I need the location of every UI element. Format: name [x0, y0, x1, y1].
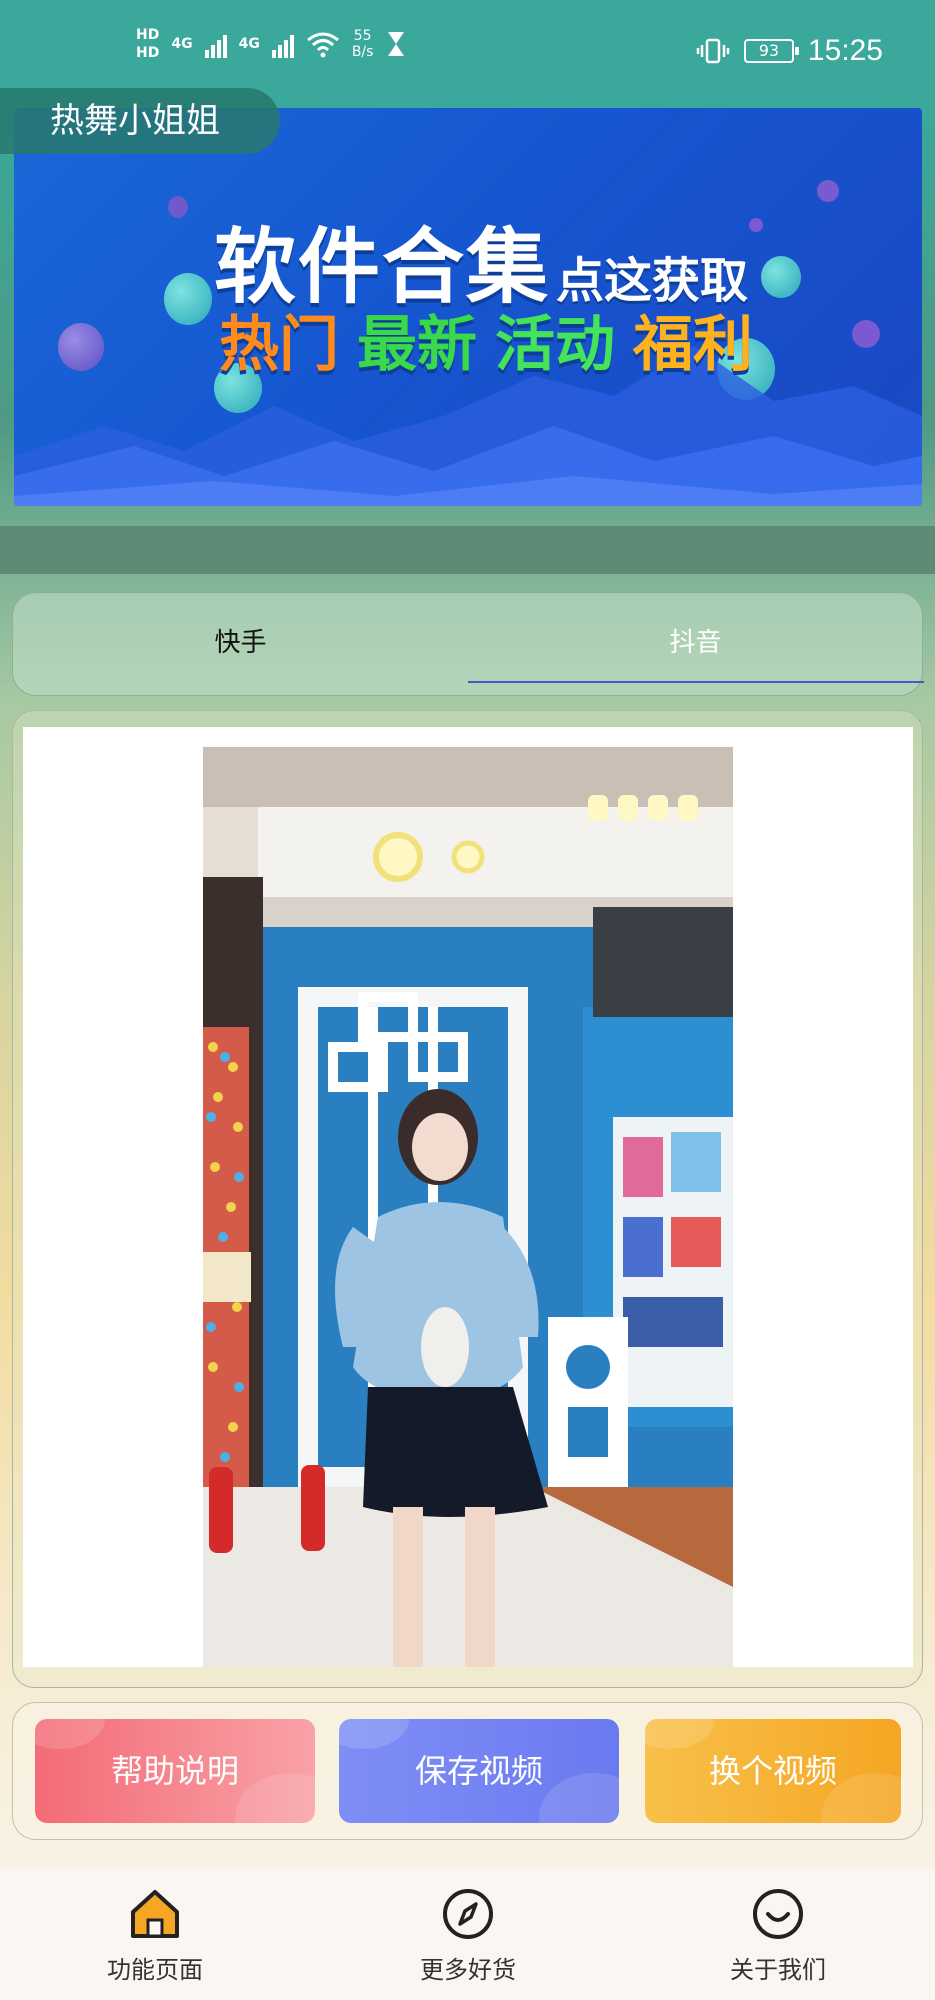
net-speed: 55 B/s	[352, 28, 374, 60]
hourglass-icon	[388, 32, 405, 56]
nav-about-us-label: 关于我们	[730, 1956, 826, 1984]
hd-indicator: HD HD	[136, 26, 159, 62]
help-button[interactable]: 帮助说明	[35, 1719, 315, 1823]
video-container	[23, 727, 913, 1667]
tab-kuaishou[interactable]: 快手	[13, 593, 468, 693]
signal-icon-2	[271, 30, 294, 58]
net-speed-value: 55	[353, 28, 372, 44]
switch-video-button-label: 换个视频	[708, 1752, 837, 1790]
bubble-decoration	[761, 256, 801, 298]
clock: 15:25	[807, 34, 883, 67]
wifi-icon	[306, 32, 339, 58]
switch-video-button[interactable]: 换个视频	[645, 1719, 901, 1823]
bubble-decoration	[749, 218, 763, 232]
banner-tags: 热门 最新 活动 福利	[219, 296, 753, 383]
banner-tag: 热门	[219, 310, 339, 380]
smile-icon	[753, 1889, 803, 1939]
bubble-decoration	[852, 320, 880, 348]
banner-tag: 活动	[495, 310, 615, 380]
action-bar: 帮助说明 保存视频 换个视频	[12, 1702, 923, 1840]
active-tab-indicator	[468, 681, 924, 683]
net2-label: 4G	[238, 36, 260, 52]
bubble-decoration	[168, 196, 188, 218]
help-button-label: 帮助说明	[110, 1752, 239, 1790]
page-title: 热舞小姐姐	[0, 88, 280, 154]
hd1-label: HD	[136, 27, 160, 43]
save-video-button-label: 保存视频	[414, 1752, 543, 1790]
nav-more-goods[interactable]: 更多好货	[368, 1868, 568, 2000]
nav-features-label: 功能页面	[107, 1956, 203, 1984]
status-right: 93 15:25	[696, 34, 883, 68]
video-card	[12, 710, 923, 1688]
tab-douyin[interactable]: 抖音	[468, 593, 923, 693]
nav-about-us[interactable]: 关于我们	[678, 1868, 878, 2000]
status-left: HD HD 4G 4G 55 B/s	[136, 26, 407, 62]
battery-icon: 93	[743, 39, 799, 63]
net1-label: 4G	[171, 36, 193, 52]
video-thumbnail-image	[203, 747, 733, 1667]
nav-features[interactable]: 功能页面	[55, 1868, 255, 2000]
bubble-decoration	[817, 180, 839, 202]
promo-banner[interactable]: 软件合集 点这获取 热门 最新 活动 福利	[14, 108, 922, 506]
platform-tabs: 快手 抖音	[12, 592, 924, 696]
vibrate-icon	[696, 38, 730, 64]
banner-tag: 最新	[357, 310, 477, 380]
net-speed-unit: B/s	[351, 44, 374, 60]
hd2-label: HD	[136, 45, 160, 61]
compass-icon	[443, 1889, 493, 1939]
bottom-nav: 功能页面 更多好货 关于我们	[0, 1868, 935, 2000]
home-icon	[131, 1890, 179, 1938]
divider-band	[0, 526, 935, 574]
bubble-decoration	[164, 273, 212, 325]
signal-icon	[204, 30, 227, 58]
save-video-button[interactable]: 保存视频	[339, 1719, 619, 1823]
banner-tag: 福利	[633, 310, 753, 380]
nav-more-goods-label: 更多好货	[420, 1956, 516, 1984]
video-player[interactable]	[203, 747, 733, 1667]
